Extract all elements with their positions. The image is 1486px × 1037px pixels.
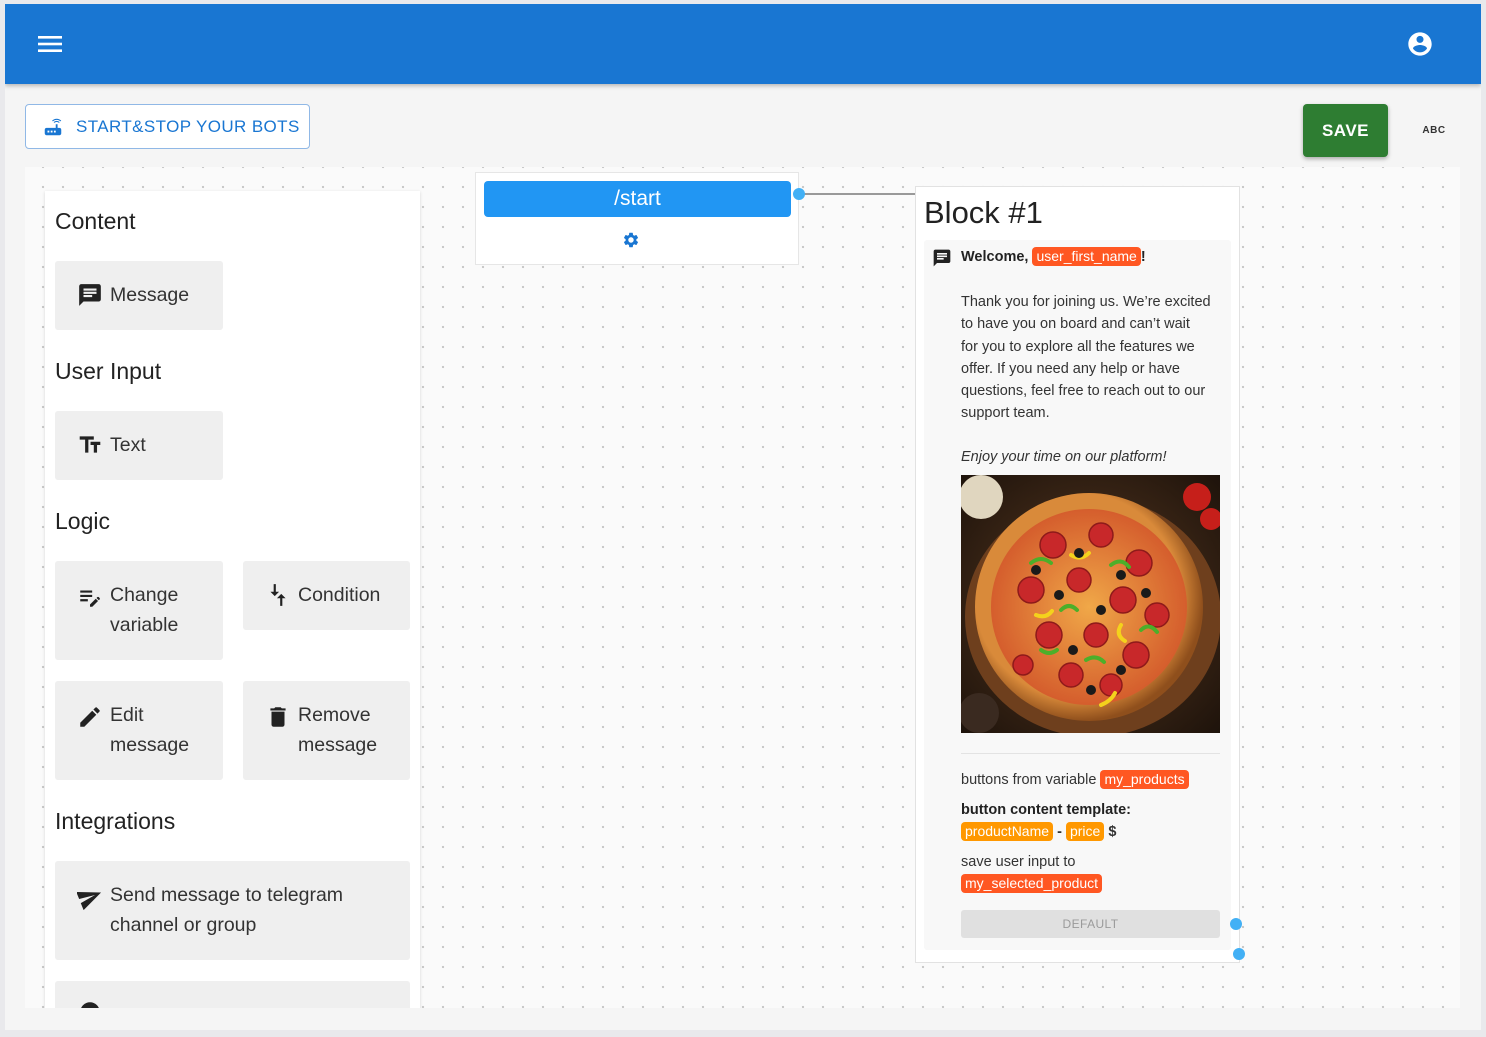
start-command-button[interactable]: /start xyxy=(484,181,791,217)
body-line: questions, feel free to reach out to our xyxy=(961,383,1206,400)
block-node[interactable]: Block #1 Welcome, user_first_name! Thank… xyxy=(915,186,1240,963)
block-title: Block #1 xyxy=(924,195,1043,230)
save-input-variable-line: my_selected_product xyxy=(961,873,1103,895)
template-tag: productName xyxy=(961,822,1054,841)
menu-icon[interactable] xyxy=(33,28,67,60)
pizza-image xyxy=(961,475,1220,733)
body-line: support team. xyxy=(961,405,1050,422)
variable-tag: my_products xyxy=(1100,770,1189,789)
greeting-suffix: ! xyxy=(1140,249,1146,265)
gear-icon[interactable] xyxy=(622,231,640,249)
app-window: START&STOP YOUR BOTS SAVE ABC Content Me… xyxy=(5,4,1481,1030)
default-output-port[interactable] xyxy=(1230,918,1242,930)
app-bar xyxy=(5,4,1481,84)
greeting-line: Welcome, user_first_name! xyxy=(961,246,1146,268)
divider xyxy=(961,753,1220,754)
buttons-from-variable: buttons from variable my_products xyxy=(961,769,1189,791)
body-line: to have you on board and can’t wait xyxy=(961,316,1190,333)
abc-toggle[interactable]: ABC xyxy=(1417,120,1451,140)
save-button[interactable]: SAVE xyxy=(1303,104,1388,157)
start-stop-label: START&STOP YOUR BOTS xyxy=(76,116,300,136)
body-line: Thank you for joining us. We’re excited xyxy=(961,294,1211,310)
default-button[interactable]: DEFAULT xyxy=(961,910,1220,938)
greeting-text: Welcome, xyxy=(961,249,1029,265)
start-node[interactable]: /start xyxy=(475,172,799,265)
router-icon xyxy=(42,116,64,138)
buttons-from-variable-label: buttons from variable xyxy=(961,772,1097,788)
message-closing: Enjoy your time on our platform! xyxy=(961,449,1167,465)
template-tag: price xyxy=(1065,822,1105,841)
body-line: offer. If you need any help or have xyxy=(961,360,1181,377)
button-template: productName - price $ xyxy=(961,821,1116,843)
template-suffix: $ xyxy=(1108,824,1117,840)
save-input-label: save user input to xyxy=(961,854,1076,870)
block-output-port[interactable] xyxy=(1233,948,1245,960)
start-stop-bots-button[interactable]: START&STOP YOUR BOTS xyxy=(25,104,310,149)
start-output-port[interactable] xyxy=(793,188,805,200)
template-separator: - xyxy=(1057,824,1062,840)
variable-tag: my_selected_product xyxy=(961,874,1103,893)
message-body: Thank you for joining us. We’re excited … xyxy=(961,291,1226,425)
message-icon xyxy=(932,248,952,273)
flow-canvas[interactable]: Content Message User Input Text Logic Ch xyxy=(25,167,1460,1008)
account-circle-icon[interactable] xyxy=(1403,28,1437,60)
button-template-label: button content template: xyxy=(961,802,1131,818)
connection-line xyxy=(804,193,915,195)
variable-tag: user_first_name xyxy=(1032,247,1141,266)
message-card[interactable]: Welcome, user_first_name! Thank you for … xyxy=(924,240,1231,950)
body-line: for you to explore all the features we xyxy=(961,338,1195,355)
